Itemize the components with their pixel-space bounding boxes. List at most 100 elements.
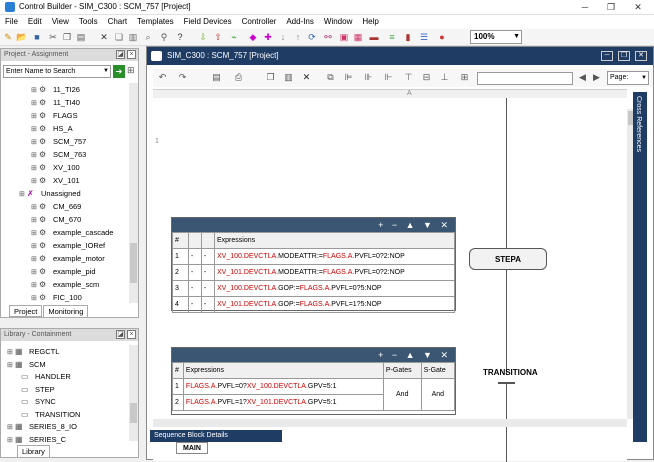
- tree-item[interactable]: ⊞ ⚙ FIC_100: [31, 291, 82, 304]
- menu-item[interactable]: Tools: [74, 15, 103, 29]
- table-row[interactable]: 4- - XV_101.DEVCTLA.GOP:=FLAGS.A.PVFL=1?5:…: [172, 296, 455, 313]
- row-number[interactable]: 4: [172, 296, 189, 313]
- main-sheet-tab[interactable]: MAIN: [176, 442, 208, 454]
- tree-item[interactable]: ⊞ ⚙ example_cascade: [31, 226, 113, 239]
- menu-item[interactable]: Edit: [23, 15, 47, 29]
- cut-icon[interactable]: ✂: [47, 31, 59, 43]
- print-icon[interactable]: ▥: [127, 31, 139, 43]
- library-item[interactable]: ▭ TRANSITION: [21, 408, 80, 421]
- link-icon[interactable]: ⚯: [322, 31, 334, 43]
- expand-icon[interactable]: ⊞: [19, 188, 27, 201]
- print-icon[interactable]: ⎙: [233, 72, 244, 83]
- copy-icon[interactable]: ❐: [265, 72, 276, 83]
- undo-icon[interactable]: ↶: [157, 72, 168, 83]
- tree-item[interactable]: ⊞ ⚙ CM_669: [31, 200, 81, 213]
- expression-cell[interactable]: FLAGS.A.PVFL=1?XV_101.DEVCTLA.GPV=5:1: [182, 394, 384, 411]
- previous-icon[interactable]: ◀: [577, 72, 588, 83]
- project-scrollbar[interactable]: [129, 83, 138, 303]
- tree-item[interactable]: ⊞ ⚙ 11_TI40: [31, 96, 80, 109]
- step-expressions-table[interactable]: + − ▲ ▼ ✕ # Expressions 1- - XV_100.DEVCTLA…: [171, 217, 456, 313]
- print-preview-icon[interactable]: ▤: [211, 72, 222, 83]
- expression-cell[interactable]: XV_100.DEVCTLA.MODEATTR:=FLAGS.A.PVFL=0?…: [214, 248, 455, 265]
- row-number[interactable]: 2: [172, 264, 189, 281]
- menu-item[interactable]: Field Devices: [179, 15, 237, 29]
- expression-cell[interactable]: XV_100.DEVCTLA.GOP:=FLAGS.A.PVFL=0?5:NOP: [214, 280, 455, 297]
- pgate-cell[interactable]: And: [382, 378, 422, 411]
- assign-icon[interactable]: ◆: [247, 31, 259, 43]
- page-select[interactable]: Page: ▼: [607, 71, 649, 85]
- tree-item[interactable]: ⊞ ⚙ 11_TI26: [31, 83, 80, 96]
- new-icon[interactable]: ✎: [2, 31, 14, 43]
- row-number[interactable]: 1: [172, 248, 189, 265]
- menu-item[interactable]: File: [0, 15, 23, 29]
- expand-icon[interactable]: ⊞: [31, 292, 39, 305]
- connect-icon[interactable]: ⌁: [228, 31, 240, 43]
- checklist-icon[interactable]: ☰: [418, 31, 430, 43]
- scrollbar-thumb[interactable]: [130, 403, 137, 423]
- table-controls[interactable]: + − ▲ ▼ ✕: [172, 218, 455, 232]
- align-middle-icon[interactable]: ⊟: [421, 72, 432, 83]
- menu-item[interactable]: Help: [357, 15, 383, 29]
- row-flag-b[interactable]: -: [200, 296, 216, 313]
- sequence-block-details-bar[interactable]: Sequence Block Details: [150, 430, 282, 442]
- upload-icon[interactable]: ⇧: [212, 31, 224, 43]
- search-input[interactable]: Enter Name to Search ▼: [3, 65, 111, 78]
- distribute-icon[interactable]: ⊞: [459, 72, 470, 83]
- tree-item[interactable]: ⊞ ⚙ example_scm: [31, 278, 99, 291]
- filter-icon[interactable]: ⚲: [158, 31, 170, 43]
- row-flag-a[interactable]: -: [187, 264, 202, 281]
- book-icon[interactable]: ▬: [368, 31, 380, 43]
- menu-item[interactable]: Controller: [237, 15, 282, 29]
- pin-icon[interactable]: ◪: [116, 330, 125, 339]
- tab-project[interactable]: Project: [9, 305, 43, 317]
- editor-restore-button[interactable]: ❐: [618, 51, 630, 61]
- library-item[interactable]: ▭ HANDLER: [21, 370, 71, 383]
- tree-item[interactable]: ⊞ ⚙ example_pid: [31, 265, 96, 278]
- row-flag-b[interactable]: -: [200, 280, 216, 297]
- table-row[interactable]: 1- - XV_100.DEVCTLA.MODEATTR:=FLAGS.A.PVFL…: [172, 248, 455, 265]
- lock-icon[interactable]: ●: [436, 31, 448, 43]
- layers-icon[interactable]: ⧉: [325, 72, 336, 83]
- load-icon[interactable]: ⇩: [197, 31, 209, 43]
- library-item[interactable]: ⊞ ▦ REGCTL: [7, 345, 59, 358]
- maximize-button[interactable]: ❐: [600, 1, 622, 13]
- library-item[interactable]: ⊞ ▦ SERIES_C: [7, 433, 66, 446]
- menu-item[interactable]: Window: [319, 15, 357, 29]
- tree-item[interactable]: ⊞ ⚙ example_motor: [31, 252, 105, 265]
- delete-icon[interactable]: ✕: [98, 31, 110, 43]
- tree-item[interactable]: ⊞ ⚙ SCM_763: [31, 148, 86, 161]
- books-icon[interactable]: ▮: [402, 31, 414, 43]
- align-center-icon[interactable]: ⊪: [363, 72, 374, 83]
- tree-item[interactable]: ⊞ ⚙ SCM_757: [31, 135, 86, 148]
- align-bottom-icon[interactable]: ⊥: [439, 72, 450, 83]
- menu-item[interactable]: Chart: [103, 15, 133, 29]
- move-up-icon[interactable]: ↑: [292, 31, 304, 43]
- row-number[interactable]: 1: [172, 378, 184, 395]
- scrollbar-thumb[interactable]: [130, 243, 137, 283]
- redo-icon[interactable]: ↷: [177, 72, 188, 83]
- paste-icon[interactable]: ▥: [283, 72, 294, 83]
- next-icon[interactable]: ▶: [591, 72, 602, 83]
- tree-item[interactable]: ⊞ ✗ Unassigned: [19, 187, 81, 200]
- pin-icon[interactable]: ◪: [116, 50, 125, 59]
- refresh-icon[interactable]: ⟳: [306, 31, 318, 43]
- panel-close-icon[interactable]: ×: [127, 330, 136, 339]
- row-flag-a[interactable]: -: [187, 280, 202, 297]
- row-flag-b[interactable]: -: [200, 248, 216, 265]
- align-right-icon[interactable]: ⊩: [383, 72, 394, 83]
- row-flag-b[interactable]: -: [200, 264, 216, 281]
- row-flag-a[interactable]: -: [187, 248, 202, 265]
- help-icon[interactable]: ?: [174, 31, 186, 43]
- copy-icon[interactable]: ❐: [61, 31, 73, 43]
- editor-minimize-button[interactable]: ─: [601, 51, 613, 61]
- library-icon[interactable]: ≡: [386, 31, 398, 43]
- search-icon[interactable]: ⌕: [142, 31, 154, 43]
- library-item[interactable]: ▭ SYNC: [21, 395, 56, 408]
- save-icon[interactable]: ■: [31, 31, 43, 43]
- tree-item[interactable]: ⊞ ⚙ XV_101: [31, 174, 80, 187]
- editor-close-button[interactable]: ✕: [635, 51, 647, 61]
- editor-hscrollbar[interactable]: [153, 419, 627, 427]
- tree-item[interactable]: ⊞ ⚙ XV_100: [31, 161, 80, 174]
- tab-monitoring[interactable]: Monitoring: [43, 305, 89, 317]
- menu-item[interactable]: Add-Ins: [281, 15, 319, 29]
